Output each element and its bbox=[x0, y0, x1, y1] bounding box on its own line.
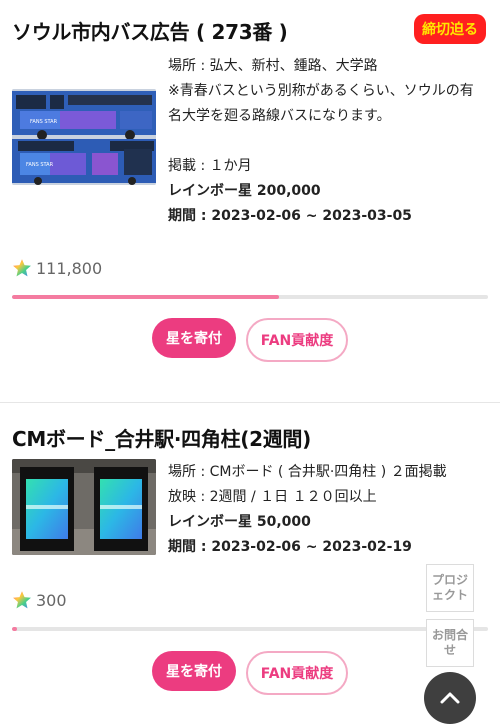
cm-board-image bbox=[12, 459, 156, 555]
star-total: 111,800 bbox=[12, 258, 102, 278]
fan-contribution-button[interactable]: FAN貢献度 bbox=[246, 318, 348, 362]
location-text: 場所 : CMボード ( 合井駅·四角柱 ) ２面掲載 bbox=[168, 464, 447, 480]
rainbow-star-icon bbox=[13, 591, 31, 609]
ad-info: 場所 : CMボード ( 合井駅·四角柱 ) ２面掲載 放映 : 2週間 / １… bbox=[168, 460, 486, 560]
ad-info: 場所 : 弘大、新村、鍾路、大学路 ※青春バスという別称があるくらい、ソウルの有… bbox=[168, 54, 486, 229]
donate-star-button[interactable]: 星を寄付 bbox=[152, 651, 236, 691]
action-buttons: 星を寄付 FAN貢献度 bbox=[0, 318, 500, 362]
duration-text: 掲載 : １か月 bbox=[168, 158, 252, 174]
star-count: 300 bbox=[36, 590, 67, 610]
rainbow-star-icon bbox=[13, 259, 31, 277]
scroll-to-top-button[interactable] bbox=[424, 672, 476, 724]
deadline-badge: 締切迫る bbox=[414, 14, 486, 44]
price-text: レインボー星 200,000 bbox=[168, 183, 321, 199]
donate-star-button[interactable]: 星を寄付 bbox=[152, 318, 236, 358]
ad-card: CMボード_合井駅·四角柱(2週間) 場所 : CMボード ( 合井駅·四角柱 … bbox=[0, 402, 500, 728]
svg-text:FANS STAR: FANS STAR bbox=[26, 162, 54, 168]
period-text: 期間 : 2023-02-06 ~ 2023-03-05 bbox=[168, 208, 412, 224]
period-text: 期間 : 2023-02-06 ~ 2023-02-19 bbox=[168, 539, 412, 555]
star-total: 300 bbox=[12, 590, 67, 610]
bus-image: FANS STAR FANS STAR bbox=[12, 89, 156, 185]
ad-card: ソウル市内バス広告 ( 273番 ) 締切迫る FANS STAR FANS S… bbox=[0, 0, 500, 402]
progress-fill bbox=[12, 627, 17, 631]
progress-bar bbox=[12, 627, 488, 631]
ad-thumbnail[interactable]: FANS STAR FANS STAR bbox=[12, 89, 156, 185]
ad-thumbnail[interactable] bbox=[12, 459, 156, 555]
price-text: レインボー星 50,000 bbox=[168, 514, 311, 530]
progress-bar bbox=[12, 295, 488, 299]
location-text: 場所 : 弘大、新村、鍾路、大学路 bbox=[168, 58, 378, 74]
star-count: 111,800 bbox=[36, 258, 103, 278]
inquiry-button[interactable]: お問合せ bbox=[426, 619, 474, 667]
progress-fill bbox=[12, 295, 279, 299]
chevron-up-icon bbox=[440, 692, 460, 704]
project-button[interactable]: プロジェクト bbox=[426, 564, 474, 612]
note-text: ※青春バスという別称があるくらい、ソウルの有名大学を廻る路線バスになります。 bbox=[168, 83, 474, 124]
ad-title[interactable]: ソウル市内バス広告 ( 273番 ) bbox=[12, 16, 288, 45]
duration-text: 放映 : 2週間 / １日 １２０回以上 bbox=[168, 489, 377, 505]
ad-title[interactable]: CMボード_合井駅·四角柱(2週間) bbox=[12, 423, 311, 452]
fan-contribution-button[interactable]: FAN貢献度 bbox=[246, 651, 348, 695]
svg-text:FANS STAR: FANS STAR bbox=[30, 119, 58, 125]
